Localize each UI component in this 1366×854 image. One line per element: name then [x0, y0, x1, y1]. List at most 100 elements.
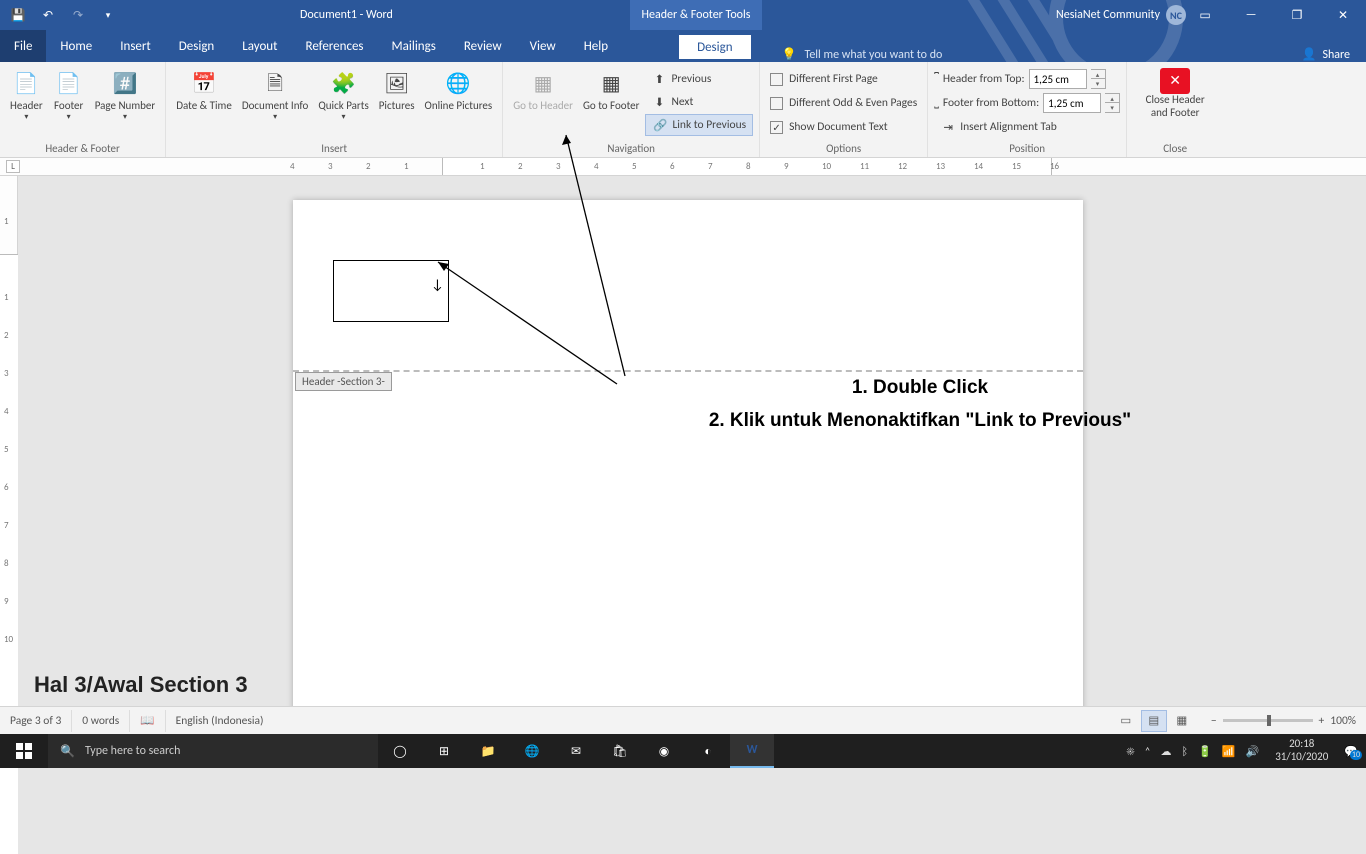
- tell-me-search[interactable]: 💡 Tell me what you want to do: [782, 47, 943, 62]
- next-button[interactable]: ⬇Next: [645, 91, 753, 113]
- vertical-ruler[interactable]: 1 12345678910: [0, 176, 18, 706]
- share-button[interactable]: 👤 Share: [1285, 47, 1366, 62]
- footer-bottom-icon: ⎵: [934, 96, 939, 110]
- tab-hf-design[interactable]: Design: [678, 34, 751, 60]
- different-odd-even-checkbox[interactable]: Different Odd & Even Pages: [766, 92, 921, 114]
- link-icon: 🔗: [652, 117, 668, 133]
- contextual-tab-title: Header & Footer Tools: [630, 0, 762, 30]
- previous-button[interactable]: ⬆Previous: [645, 68, 753, 90]
- task-view-icon[interactable]: ⊞: [422, 734, 466, 768]
- qat-dropdown-icon[interactable]: ▾: [96, 0, 120, 30]
- word-icon[interactable]: W: [730, 734, 774, 768]
- tab-selector-icon[interactable]: L: [6, 160, 20, 173]
- cortana-icon[interactable]: ◯: [378, 734, 422, 768]
- link-to-previous-button[interactable]: 🔗Link to Previous: [645, 114, 753, 136]
- user-account[interactable]: NesiaNet Community NC: [1056, 5, 1186, 25]
- tray-weather-icon[interactable]: ☀: [1127, 745, 1135, 758]
- tab-help[interactable]: Help: [570, 30, 622, 62]
- header-button[interactable]: 📄Header▾: [6, 66, 47, 124]
- header-from-top-input[interactable]: [1029, 69, 1087, 89]
- footer-button[interactable]: 📄Footer▾: [49, 66, 89, 124]
- status-page[interactable]: Page 3 of 3: [0, 710, 72, 732]
- tray-bluetooth-icon[interactable]: ᛒ: [1181, 745, 1188, 758]
- close-icon[interactable]: ✕: [1320, 0, 1366, 30]
- edge-icon[interactable]: 🌐: [510, 734, 554, 768]
- window-controls: ▭ — ❐ ✕: [1182, 0, 1366, 30]
- tab-view[interactable]: View: [516, 30, 570, 62]
- document-canvas[interactable]: ↓ Header -Section 3-: [18, 176, 1366, 706]
- web-layout-icon[interactable]: ▦: [1169, 710, 1195, 732]
- zoom-in-button[interactable]: +: [1319, 714, 1325, 728]
- redo-icon[interactable]: ↷: [66, 0, 90, 30]
- close-header-footer-button[interactable]: ✕Close Header and Footer: [1133, 66, 1217, 121]
- show-document-text-checkbox[interactable]: ✓Show Document Text: [766, 116, 921, 138]
- notification-icon[interactable]: 💬10: [1344, 745, 1358, 758]
- datetime-icon: 📅: [188, 68, 220, 100]
- spinner[interactable]: ▴▾: [1091, 69, 1106, 89]
- pictures-button[interactable]: 🖼Pictures: [375, 66, 419, 115]
- group-navigation: ▦Go to Header ▦Go to Footer ⬆Previous ⬇N…: [503, 62, 760, 157]
- maximize-icon[interactable]: ❐: [1274, 0, 1320, 30]
- view-switcher: ▭ ▤ ▦: [1107, 710, 1201, 732]
- page[interactable]: ↓ Header -Section 3-: [293, 200, 1083, 706]
- quick-access-toolbar: 💾 ↶ ↷ ▾: [0, 0, 126, 30]
- insert-alignment-tab-button[interactable]: ⇥Insert Alignment Tab: [934, 116, 1120, 138]
- taskbar-search[interactable]: 🔍Type here to search: [48, 734, 378, 768]
- status-word-count[interactable]: 0 words: [72, 710, 130, 732]
- spinner[interactable]: ▴▾: [1105, 93, 1120, 113]
- document-workspace: 1 12345678910 ↓ Header -Section 3-: [0, 176, 1366, 706]
- horizontal-ruler[interactable]: L 4321 12345678910111213141516: [0, 158, 1366, 176]
- print-layout-icon[interactable]: ▤: [1141, 710, 1167, 732]
- tab-file[interactable]: File: [0, 30, 46, 62]
- tab-references[interactable]: References: [292, 30, 378, 62]
- ribbon: 📄Header▾ 📄Footer▾ #️⃣Page Number▾ Header…: [0, 62, 1366, 158]
- tray-wifi-icon[interactable]: 📶: [1222, 745, 1236, 758]
- ribbon-display-icon[interactable]: ▭: [1182, 0, 1228, 30]
- footer-from-bottom-field[interactable]: ⎵Footer from Bottom:▴▾: [934, 92, 1120, 114]
- page-number-button[interactable]: #️⃣Page Number▾: [91, 66, 160, 124]
- tab-insert[interactable]: Insert: [106, 30, 165, 62]
- footer-from-bottom-input[interactable]: [1043, 93, 1101, 113]
- taskbar-clock[interactable]: 20:1831/10/2020: [1269, 738, 1334, 763]
- minimize-icon[interactable]: —: [1228, 0, 1274, 30]
- tab-review[interactable]: Review: [450, 30, 516, 62]
- page-number-icon: #️⃣: [109, 68, 141, 100]
- store-icon[interactable]: 🛍: [598, 734, 642, 768]
- tray-onedrive-icon[interactable]: ☁: [1160, 745, 1171, 758]
- group-insert: 📅Date & Time 🗎Document Info▾ 🧩Quick Part…: [166, 62, 503, 157]
- date-time-button[interactable]: 📅Date & Time: [172, 66, 236, 115]
- quick-parts-button[interactable]: 🧩Quick Parts▾: [314, 66, 372, 124]
- status-proofing[interactable]: 📖: [130, 710, 165, 732]
- tab-design[interactable]: Design: [165, 30, 228, 62]
- online-pictures-button[interactable]: 🌐Online Pictures: [421, 66, 497, 115]
- tab-mailings[interactable]: Mailings: [378, 30, 450, 62]
- read-mode-icon[interactable]: ▭: [1113, 710, 1139, 732]
- tab-layout[interactable]: Layout: [228, 30, 291, 62]
- save-icon[interactable]: 💾: [6, 0, 30, 30]
- tab-home[interactable]: Home: [46, 30, 106, 62]
- tray-chevron-up-icon[interactable]: ˄: [1145, 745, 1151, 758]
- tray-volume-icon[interactable]: 🔊: [1245, 745, 1259, 758]
- zoom-level[interactable]: 100%: [1330, 714, 1356, 728]
- zoom-slider[interactable]: [1223, 719, 1313, 722]
- status-bar: Page 3 of 3 0 words 📖 English (Indonesia…: [0, 706, 1366, 734]
- chrome-icon[interactable]: ◉: [642, 734, 686, 768]
- start-button[interactable]: [0, 734, 48, 768]
- mail-icon[interactable]: ✉: [554, 734, 598, 768]
- status-language[interactable]: English (Indonesia): [166, 710, 274, 732]
- different-first-page-checkbox[interactable]: Different First Page: [766, 68, 921, 90]
- file-explorer-icon[interactable]: 📁: [466, 734, 510, 768]
- undo-icon[interactable]: ↶: [36, 0, 60, 30]
- header-section-tag: Header -Section 3-: [295, 372, 392, 391]
- group-position: ⎴Header from Top:▴▾ ⎵Footer from Bottom:…: [928, 62, 1127, 157]
- user-name: NesiaNet Community: [1056, 8, 1160, 22]
- goto-footer-button[interactable]: ▦Go to Footer: [579, 66, 643, 115]
- title-bar: 💾 ↶ ↷ ▾ Document1 - Word Header & Footer…: [0, 0, 1366, 30]
- obs-icon[interactable]: ◐: [686, 734, 730, 768]
- document-info-button[interactable]: 🗎Document Info▾: [238, 66, 313, 124]
- group-header-footer: 📄Header▾ 📄Footer▾ #️⃣Page Number▾ Header…: [0, 62, 166, 157]
- header-from-top-field[interactable]: ⎴Header from Top:▴▾: [934, 68, 1120, 90]
- zoom-out-button[interactable]: −: [1211, 714, 1217, 728]
- tray-battery-icon[interactable]: 🔋: [1198, 745, 1212, 758]
- lightbulb-icon: 💡: [782, 47, 797, 62]
